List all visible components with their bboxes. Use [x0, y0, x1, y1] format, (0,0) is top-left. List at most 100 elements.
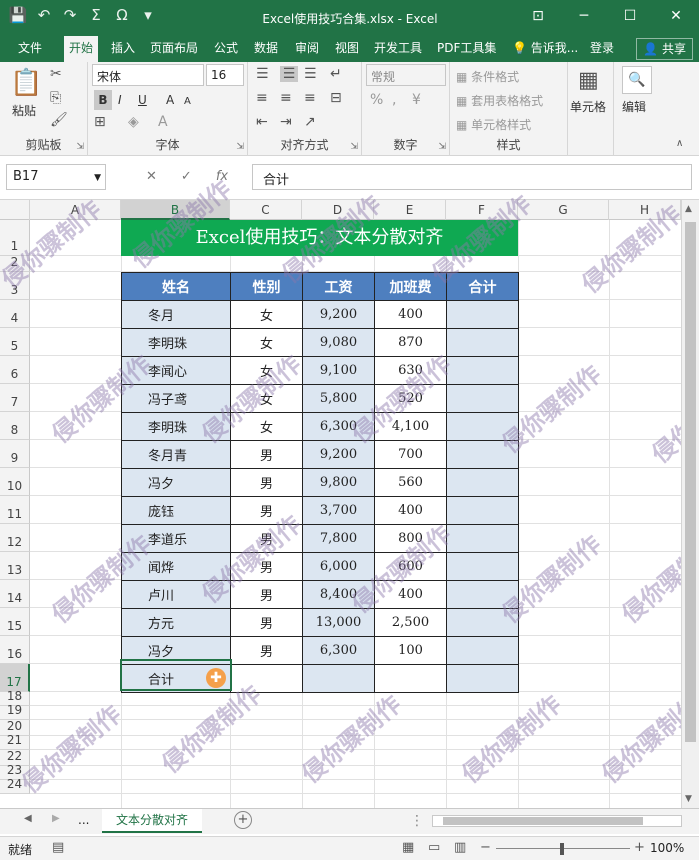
bold-button[interactable]: B — [94, 90, 112, 110]
prev-sheet-icon[interactable]: ◀ — [24, 813, 32, 824]
table-cell[interactable]: 女 — [230, 328, 303, 357]
table-cell[interactable] — [446, 496, 519, 525]
table-cell[interactable]: 600 — [374, 552, 447, 581]
share-button[interactable]: 👤 共享 — [636, 38, 693, 60]
table-cell[interactable]: 6,300 — [302, 412, 375, 441]
insert-function-icon[interactable]: fx — [216, 169, 228, 184]
decrease-indent-icon[interactable]: ⇤ — [256, 114, 268, 130]
table-cell[interactable]: 400 — [374, 496, 447, 525]
table-cell[interactable] — [446, 328, 519, 357]
table-cell[interactable]: 9,080 — [302, 328, 375, 357]
tab-insert[interactable]: 插入 — [111, 36, 135, 62]
row-header-5[interactable]: 5 — [0, 328, 30, 356]
horizontal-scrollbar[interactable] — [432, 815, 682, 827]
table-cell[interactable] — [446, 552, 519, 581]
table-cell[interactable]: 2,500 — [374, 608, 447, 637]
table-cell[interactable]: 630 — [374, 356, 447, 385]
ribbon-display-icon[interactable]: ⊡ — [515, 0, 561, 32]
table-cell[interactable]: 冬月青 — [121, 440, 231, 469]
table-cell[interactable]: 9,200 — [302, 300, 375, 329]
sum-icon[interactable]: Σ — [86, 6, 106, 24]
align-left-icon[interactable]: ≡ — [256, 90, 268, 106]
row-header-12[interactable]: 12 — [0, 524, 30, 552]
table-cell[interactable] — [374, 664, 447, 693]
login-link[interactable]: 登录 — [590, 36, 614, 62]
table-cell[interactable]: 男 — [230, 636, 303, 665]
row-header-4[interactable]: 4 — [0, 300, 30, 328]
column-header-c[interactable]: C — [230, 200, 302, 220]
conditional-format-button[interactable]: ▦ 条件格式 — [456, 68, 519, 85]
row-header-21[interactable]: 21 — [0, 733, 30, 750]
macro-record-icon[interactable]: ▤ — [52, 840, 64, 855]
tab-pdf-tools[interactable]: PDF工具集 — [437, 36, 496, 62]
column-header-g[interactable]: G — [518, 200, 609, 220]
row-header-15[interactable]: 15 — [0, 608, 30, 636]
more-sheets-button[interactable]: ... — [78, 813, 89, 827]
tab-formulas[interactable]: 公式 — [214, 36, 238, 62]
table-cell[interactable]: 6,000 — [302, 552, 375, 581]
font-size-select[interactable]: 16 — [206, 64, 244, 86]
search-icon[interactable]: 🔍 — [622, 66, 652, 94]
table-cell[interactable] — [446, 468, 519, 497]
cells-button[interactable]: 单元格 — [570, 98, 606, 115]
table-cell[interactable] — [446, 440, 519, 469]
table-cell[interactable] — [446, 412, 519, 441]
table-cell[interactable] — [446, 300, 519, 329]
align-middle-icon[interactable]: ☰ — [280, 66, 298, 82]
formula-input[interactable]: 合计 — [252, 164, 692, 190]
table-cell[interactable]: 冯夕 — [121, 468, 231, 497]
align-top-icon[interactable]: ☰ — [256, 66, 269, 82]
table-cell[interactable]: 闻烨 — [121, 552, 231, 581]
row-header-10[interactable]: 10 — [0, 468, 30, 496]
row-header-1[interactable]: 1 — [0, 220, 30, 256]
table-cell[interactable] — [230, 664, 303, 693]
table-cell[interactable]: 方元 — [121, 608, 231, 637]
merge-center-icon[interactable]: ⊟ — [330, 90, 342, 106]
paste-button[interactable]: 粘贴 — [12, 102, 36, 119]
table-cell[interactable]: 5,800 — [302, 384, 375, 413]
table-cell[interactable] — [446, 580, 519, 609]
redo-icon[interactable]: ↷ — [60, 6, 80, 24]
orientation-icon[interactable]: ↗ — [304, 114, 316, 130]
horizontal-scroll-thumb[interactable] — [443, 817, 643, 825]
table-header-cell[interactable]: 工资 — [302, 272, 375, 301]
grow-font-button[interactable]: A — [166, 90, 174, 110]
row-header-7[interactable]: 7 — [0, 384, 30, 412]
column-header-a[interactable]: A — [30, 200, 121, 220]
zoom-slider-thumb[interactable] — [560, 843, 564, 855]
page-layout-view-icon[interactable]: ▭ — [428, 840, 440, 855]
table-cell[interactable]: 6,300 — [302, 636, 375, 665]
table-cell[interactable]: 400 — [374, 580, 447, 609]
table-cell[interactable]: 男 — [230, 468, 303, 497]
table-cell[interactable]: 李闻心 — [121, 356, 231, 385]
number-dialog-launcher-icon[interactable]: ⇲ — [438, 142, 446, 152]
table-cell[interactable]: 9,100 — [302, 356, 375, 385]
row-header-24[interactable]: 24 — [0, 777, 30, 794]
border-icon[interactable]: ⊞ — [94, 114, 106, 130]
shrink-font-button[interactable]: A — [184, 92, 191, 112]
tab-view[interactable]: 视图 — [335, 36, 359, 62]
column-header-h[interactable]: H — [609, 200, 681, 220]
comma-icon[interactable]: , — [392, 92, 396, 108]
alignment-dialog-launcher-icon[interactable]: ⇲ — [350, 142, 358, 152]
row-header-2[interactable]: 2 — [0, 255, 30, 272]
select-all-corner[interactable] — [0, 200, 30, 220]
align-bottom-icon[interactable]: ☰ — [304, 66, 317, 82]
scroll-up-icon[interactable]: ▲ — [685, 204, 692, 214]
cells-icon[interactable]: ▦ — [578, 68, 599, 93]
column-header-d[interactable]: D — [302, 200, 374, 220]
column-header-e[interactable]: E — [374, 200, 446, 220]
tab-home[interactable]: 开始 — [64, 36, 99, 62]
fill-color-icon[interactable]: ◈ — [128, 114, 139, 130]
tab-developer[interactable]: 开发工具 — [374, 36, 422, 62]
add-sheet-button[interactable]: + — [234, 811, 252, 829]
table-cell[interactable] — [446, 524, 519, 553]
table-cell[interactable] — [302, 664, 375, 693]
font-color-icon[interactable]: A — [158, 114, 168, 130]
number-format-select[interactable]: 常规 — [366, 64, 446, 86]
editing-button[interactable]: 编辑 — [622, 98, 646, 115]
table-cell[interactable]: 女 — [230, 300, 303, 329]
normal-view-icon[interactable]: ▦ — [402, 840, 414, 855]
font-name-select[interactable]: 宋体 — [92, 64, 204, 86]
table-cell[interactable]: 女 — [230, 384, 303, 413]
